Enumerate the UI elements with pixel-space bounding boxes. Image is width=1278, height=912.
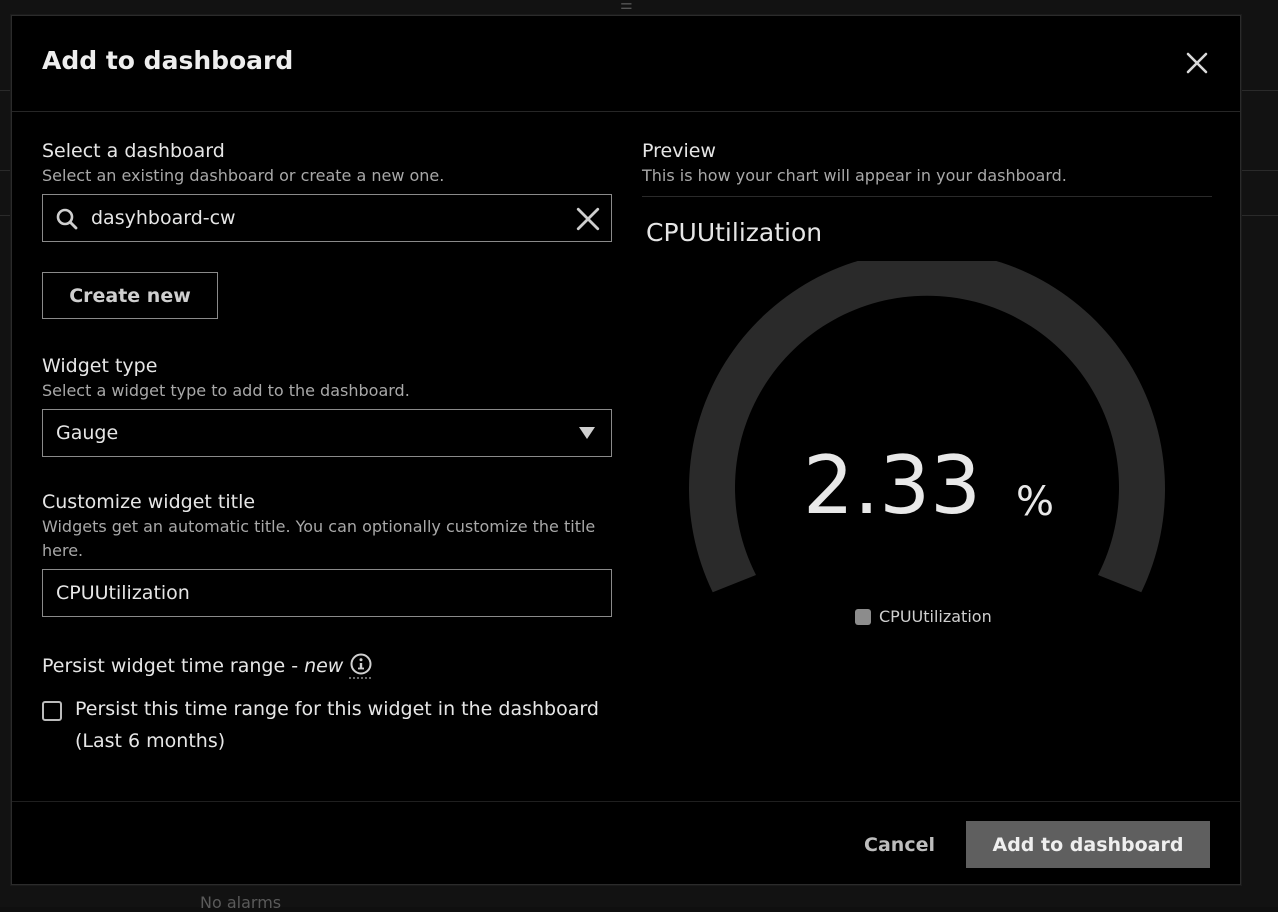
persist-checkbox-row[interactable]: Persist this time range for this widget … [42,697,612,757]
add-to-dashboard-modal: Add to dashboard Select a dashboard Sele… [11,15,1241,885]
preview-label: Preview [642,140,1212,162]
persist-time-range: (Last 6 months) [75,725,599,757]
cancel-button[interactable]: Cancel [854,821,945,868]
dashboard-field: Select a dashboard Select an existing da… [42,140,612,319]
widget-type-description: Select a widget type to add to the dashb… [42,379,612,403]
dashboard-search-input[interactable]: dasyhboard-cw [42,194,612,242]
widget-type-value: Gauge [56,422,118,444]
modal-footer: Cancel Add to dashboard [12,801,1240,886]
search-icon [55,207,79,231]
close-icon [1185,51,1209,75]
info-icon[interactable] [349,653,373,679]
widget-title-field: Customize widget title Widgets get an au… [42,491,612,617]
dashboard-description: Select an existing dashboard or create a… [42,164,612,188]
widget-title-input[interactable]: CPUUtilization [42,569,612,617]
modal-header: Add to dashboard [12,16,1240,112]
preview-chart-title: CPUUtilization [646,218,822,247]
gauge-track [689,261,1165,592]
preview-description: This is how your chart will appear in yo… [642,164,1212,188]
new-badge: new [304,655,343,677]
widget-title-value: CPUUtilization [56,582,190,604]
background-text: No alarms [200,893,281,912]
search-value: dasyhboard-cw [91,207,236,229]
modal-title: Add to dashboard [42,46,293,75]
clear-icon[interactable] [575,206,601,232]
widget-type-field: Widget type Select a widget type to add … [42,355,612,457]
preview-header: Preview This is how your chart will appe… [642,140,1212,197]
widget-title-description: Widgets get an automatic title. You can … [42,515,612,563]
dashboard-label: Select a dashboard [42,140,612,162]
persist-checkbox[interactable] [42,701,62,721]
persist-title: Persist widget time range - new [42,653,612,679]
legend-swatch [855,609,871,625]
persist-label: Persist widget time range - [42,655,298,677]
persist-field: Persist widget time range - new Persist … [42,653,612,757]
caret-down-icon [579,427,595,439]
preview-column: Preview This is how your chart will appe… [642,140,1212,197]
legend-label: CPUUtilization [879,607,992,626]
gauge-value: 2.33 [803,439,981,532]
form-column: Select a dashboard Select an existing da… [42,140,612,757]
gauge-legend: CPUUtilization [855,607,992,626]
widget-type-select[interactable]: Gauge [42,409,612,457]
create-new-button[interactable]: Create new [42,272,218,319]
close-button[interactable] [1180,46,1214,80]
add-to-dashboard-button[interactable]: Add to dashboard [966,821,1210,868]
gauge-chart: 2.33 % [682,261,1172,621]
menu-icon: ☰ [620,0,640,12]
widget-type-label: Widget type [42,355,612,377]
widget-title-label: Customize widget title [42,491,612,513]
gauge-unit: % [1016,479,1054,525]
persist-checkbox-text: Persist this time range for this widget … [75,693,599,725]
persist-checkbox-label: Persist this time range for this widget … [75,693,599,757]
